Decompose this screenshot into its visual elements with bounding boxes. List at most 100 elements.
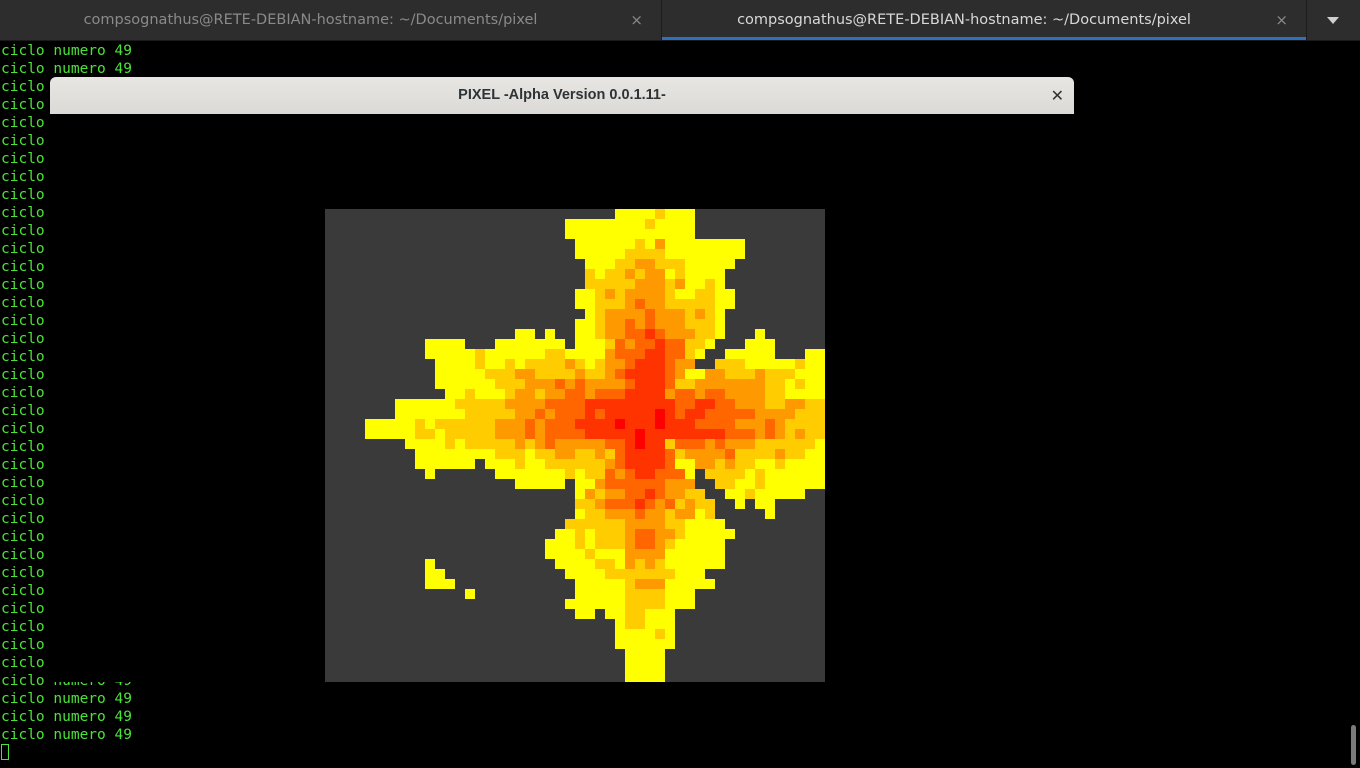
pixel-cell — [665, 309, 675, 319]
pixel-cell — [635, 299, 645, 309]
terminal-scrollbar[interactable] — [1348, 41, 1360, 768]
pixel-cell — [485, 409, 495, 419]
pixel-cell — [585, 279, 595, 289]
pixel-cell — [575, 319, 585, 329]
pixel-cell — [595, 439, 605, 449]
pixel-cell — [615, 369, 625, 379]
pixel-cell — [795, 389, 805, 399]
pixel-cell — [595, 549, 605, 559]
tab-close-icon[interactable]: × — [630, 0, 643, 40]
pixel-cell — [675, 429, 685, 439]
tab-menu-button[interactable] — [1307, 0, 1360, 40]
pixel-cell — [555, 409, 565, 419]
pixel-cell — [755, 399, 765, 409]
pixel-cell — [785, 369, 795, 379]
scrollbar-thumb[interactable] — [1351, 725, 1356, 765]
pixel-cell — [755, 409, 765, 419]
pixel-cell — [625, 299, 635, 309]
pixel-cell — [665, 519, 675, 529]
pixel-cell — [765, 379, 775, 389]
pixel-cell — [715, 439, 725, 449]
pixel-cell — [655, 669, 665, 679]
pixel-cell — [685, 589, 695, 599]
terminal-line: ciclo — [1, 457, 45, 473]
terminal-line: ciclo — [1, 349, 45, 365]
pixel-cell — [755, 339, 765, 349]
pixel-cell — [515, 429, 525, 439]
pixel-cell — [605, 509, 615, 519]
window-titlebar[interactable]: PIXEL -Alpha Version 0.0.1.11- ✕ — [50, 77, 1074, 115]
pixel-cell — [495, 409, 505, 419]
pixel-cell — [685, 269, 695, 279]
pixel-cell — [815, 359, 825, 369]
pixel-cell — [585, 439, 595, 449]
pixel-cell — [515, 399, 525, 409]
pixel-cell — [635, 329, 645, 339]
pixel-cell — [705, 269, 715, 279]
pixel-cell — [735, 459, 745, 469]
pixel-cell — [755, 439, 765, 449]
pixel-cell — [735, 439, 745, 449]
pixel-cell — [505, 449, 515, 459]
pixel-cell — [605, 499, 615, 509]
pixel-cell — [615, 549, 625, 559]
pixel-cell — [575, 589, 585, 599]
pixel-cell — [695, 379, 705, 389]
pixel-cell — [645, 299, 655, 309]
pixel-cell — [705, 279, 715, 289]
pixel-cell — [635, 659, 645, 669]
pixel-cell — [725, 379, 735, 389]
pixel-cell — [635, 529, 645, 539]
pixel-canvas[interactable] — [325, 209, 825, 682]
pixel-cell — [525, 429, 535, 439]
pixel-cell — [635, 239, 645, 249]
pixel-cell — [675, 529, 685, 539]
pixel-cell — [585, 259, 595, 269]
terminal-tab-2[interactable]: compsognathus@RETE-DEBIAN-hostname: ~/Do… — [662, 0, 1307, 40]
pixel-cell — [645, 419, 655, 429]
terminal-tab-1[interactable]: compsognathus@RETE-DEBIAN-hostname: ~/Do… — [0, 0, 662, 40]
terminal-line: ciclo numero 49 — [1, 61, 132, 77]
pixel-cell — [575, 509, 585, 519]
pixel-cell — [655, 459, 665, 469]
pixel-cell — [585, 329, 595, 339]
pixel-cell — [475, 349, 485, 359]
pixel-cell — [705, 299, 715, 309]
pixel-cell — [605, 369, 615, 379]
pixel-cell — [645, 539, 655, 549]
terminal-line: ciclo — [1, 277, 45, 293]
pixel-cell — [775, 459, 785, 469]
pixel-cell — [695, 539, 705, 549]
tab-close-icon[interactable]: × — [1275, 0, 1288, 40]
pixel-cell — [655, 209, 665, 219]
pixel-cell — [425, 449, 435, 459]
pixel-cell — [645, 669, 655, 679]
pixel-cell — [555, 389, 565, 399]
close-icon[interactable]: ✕ — [1051, 77, 1064, 114]
pixel-cell — [455, 409, 465, 419]
pixel-cell — [645, 229, 655, 239]
pixel-cell — [435, 459, 445, 469]
pixel-cell — [435, 439, 445, 449]
pixel-cell — [765, 369, 775, 379]
pixel-cell — [675, 549, 685, 559]
pixel-cell — [795, 359, 805, 369]
pixel-cell — [595, 299, 605, 309]
pixel-cell — [685, 439, 695, 449]
pixel-cell — [665, 359, 675, 369]
pixel-cell — [655, 399, 665, 409]
pixel-cell — [595, 429, 605, 439]
pixel-cell — [395, 429, 405, 439]
pixel-cell — [595, 559, 605, 569]
pixel-cell — [605, 559, 615, 569]
pixel-cell — [565, 219, 575, 229]
pixel-cell — [605, 459, 615, 469]
pixel-cell — [685, 229, 695, 239]
pixel-cell — [595, 589, 605, 599]
pixel-cell — [625, 229, 635, 239]
pixel-cell — [725, 409, 735, 419]
pixel-cell — [655, 229, 665, 239]
pixel-cell — [745, 409, 755, 419]
pixel-cell — [775, 419, 785, 429]
pixel-cell — [475, 399, 485, 409]
